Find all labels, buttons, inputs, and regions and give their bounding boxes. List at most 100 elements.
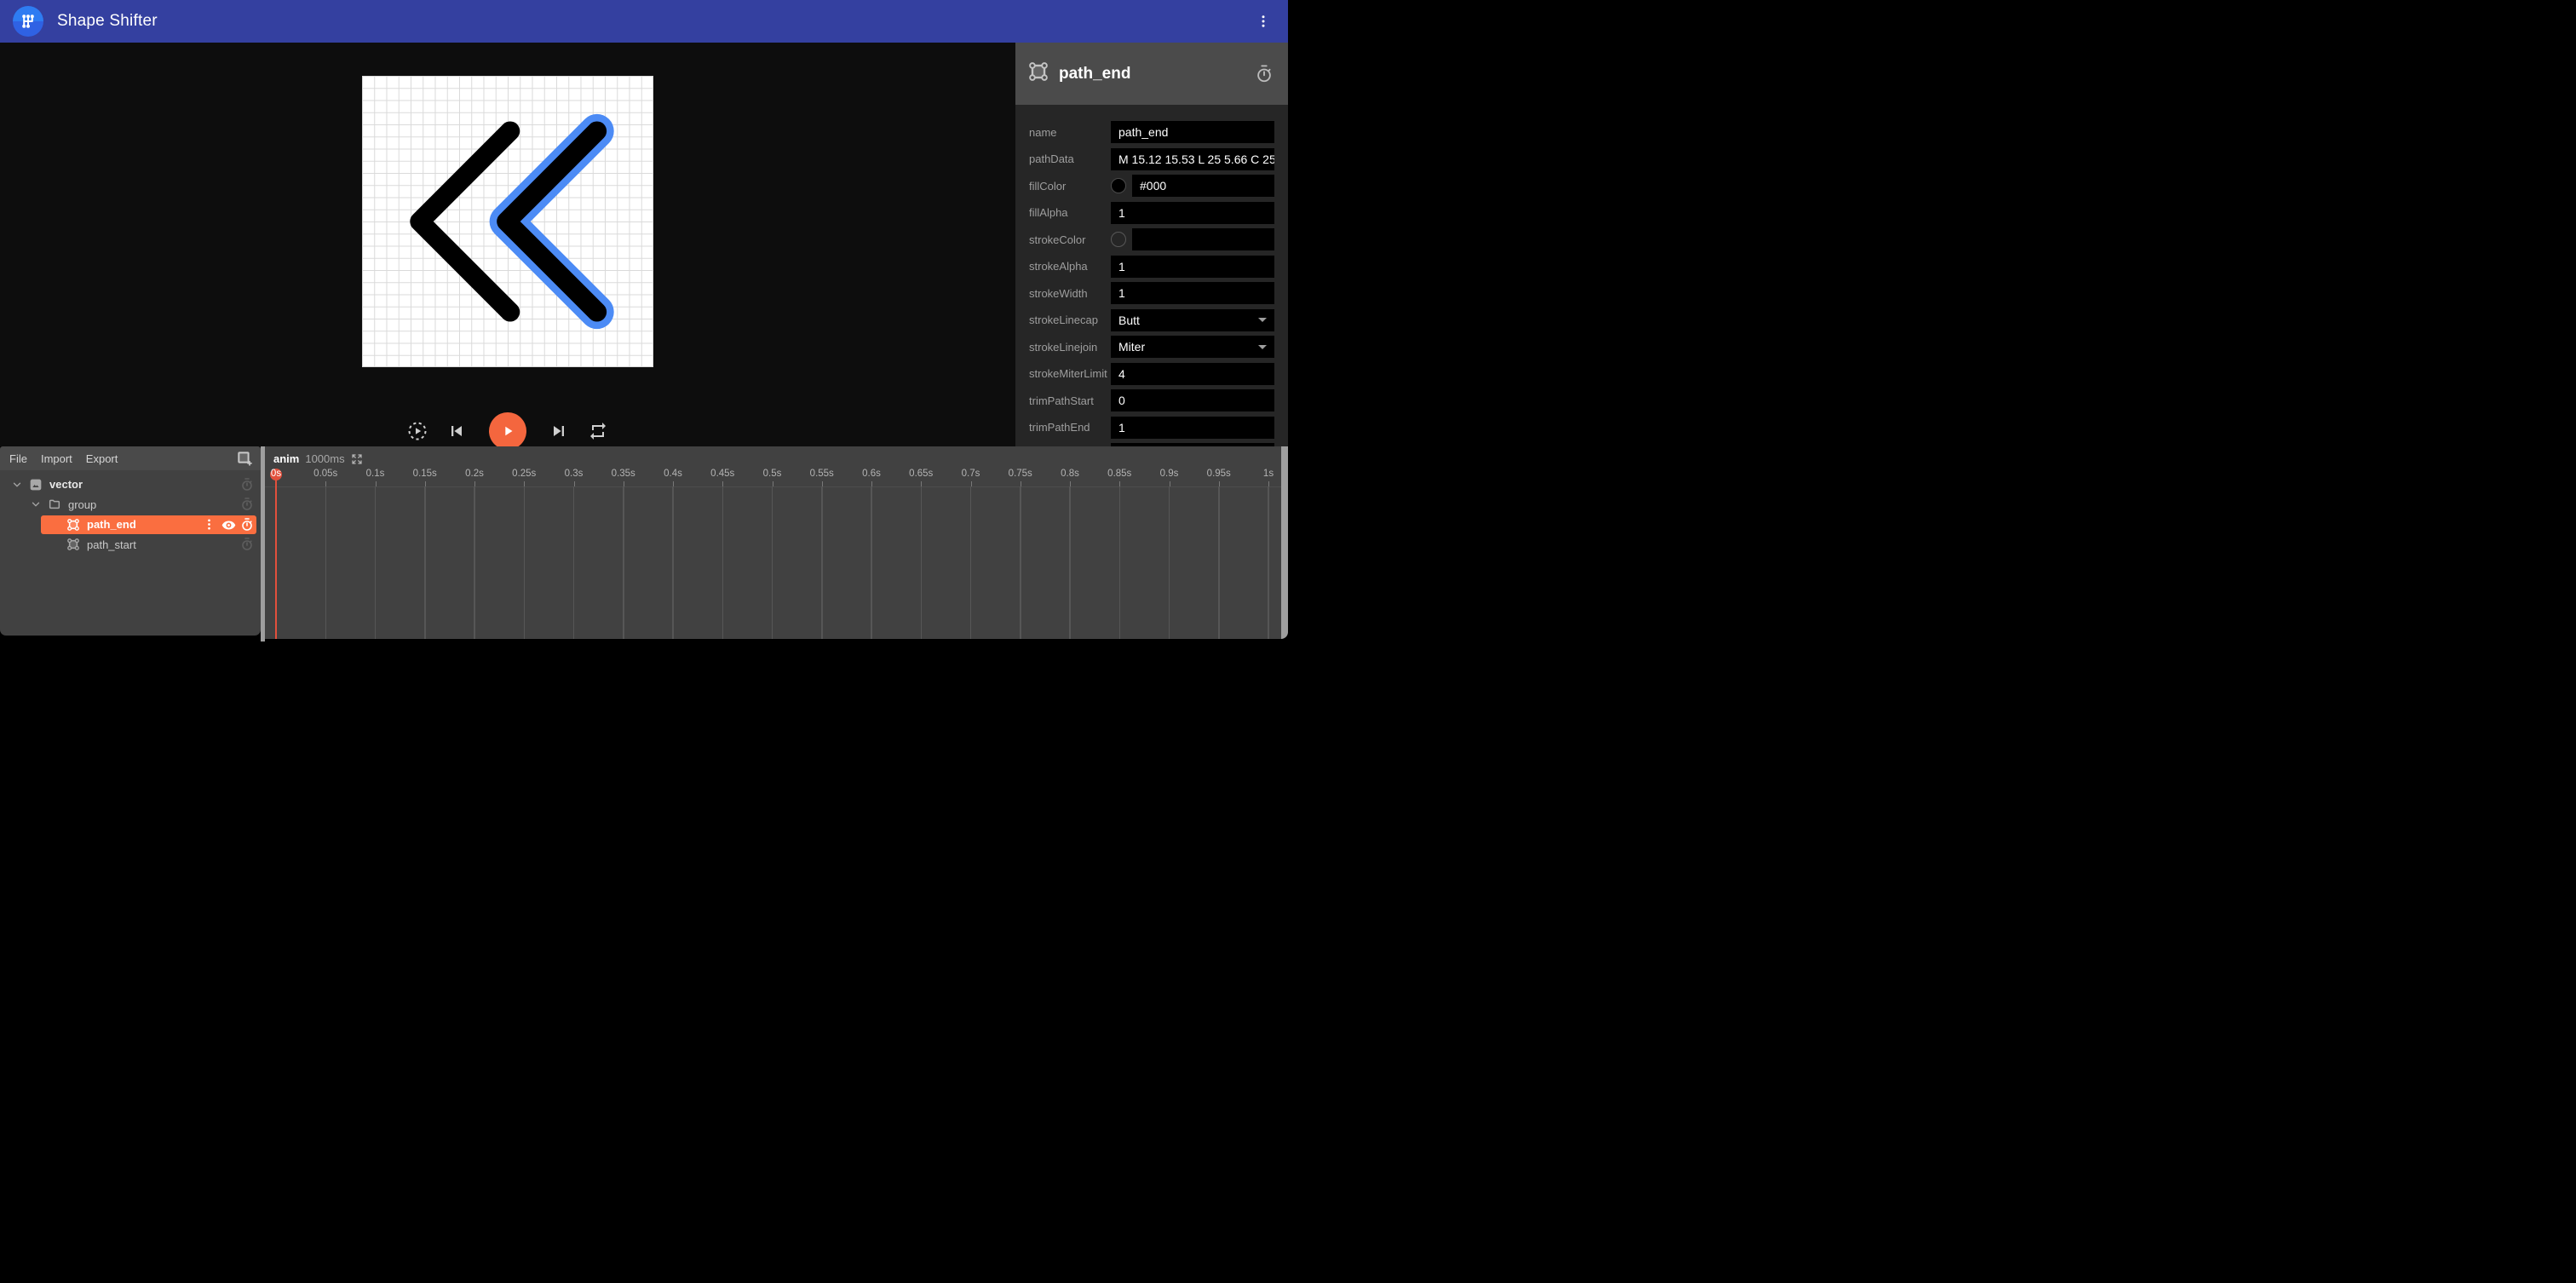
- timeline-gridline: [572, 486, 575, 639]
- timeline-scrollbar[interactable]: [1281, 446, 1288, 639]
- timeline-panel: anim 1000ms 0s 0.05s 0.1s 0.15s 0.2s 0.25s 0.3…: [265, 446, 1288, 639]
- timeline-gridline: [325, 486, 326, 639]
- tick-label-0.9s: 0.9s: [1159, 469, 1179, 479]
- property-value-fillAlpha: 1: [1118, 205, 1125, 220]
- stopwatch-icon[interactable]: [240, 498, 254, 511]
- tick-mark: [524, 481, 526, 486]
- skip-previous-button[interactable]: [446, 421, 466, 441]
- property-input-fillAlpha[interactable]: 1: [1111, 201, 1274, 224]
- property-input-strokeWidth[interactable]: 1: [1111, 282, 1274, 304]
- eye-icon[interactable]: [221, 518, 236, 532]
- layer-name: path_start: [87, 538, 136, 551]
- layer-row-group[interactable]: group: [0, 495, 261, 515]
- tick-mark: [1070, 481, 1071, 486]
- timeline-gridline: [821, 486, 823, 639]
- property-row-strokeColor: strokeColor: [1029, 228, 1274, 250]
- animation-duration[interactable]: 1000ms: [305, 452, 344, 465]
- tick-label-0.55s: 0.55s: [809, 469, 834, 479]
- tick-label-0.2s: 0.2s: [465, 469, 484, 479]
- property-row-pathData: pathData M 15.12 15.53 L 25 5.66 C 25: [1029, 147, 1274, 170]
- tick-label-0.75s: 0.75s: [1008, 469, 1032, 479]
- menu-export[interactable]: Export: [79, 452, 125, 465]
- property-row-strokeAlpha: strokeAlpha 1: [1029, 255, 1274, 278]
- menu-import[interactable]: Import: [34, 452, 79, 465]
- collapse-chevron-icon[interactable]: [12, 479, 24, 491]
- timeline-gridline: [920, 486, 922, 639]
- property-value-fillColor: #000: [1140, 179, 1167, 193]
- timeline-gridline: [969, 486, 972, 639]
- tick-label-0.65s: 0.65s: [909, 469, 934, 479]
- tick-label-0.6s: 0.6s: [862, 469, 881, 479]
- kebab-icon[interactable]: [203, 518, 216, 532]
- tick-mark: [375, 481, 377, 486]
- timeline-gridline: [771, 486, 773, 639]
- layer-row-vector[interactable]: vector: [0, 475, 261, 495]
- property-input-strokeAlpha[interactable]: 1: [1111, 255, 1274, 278]
- fillColor-swatch[interactable]: [1111, 178, 1126, 193]
- strokeColor-swatch[interactable]: [1111, 232, 1126, 247]
- menu-file[interactable]: File: [3, 452, 34, 465]
- property-value-trimPathStart: 0: [1118, 394, 1125, 407]
- property-label-trimPathEnd: trimPathEnd: [1029, 421, 1090, 434]
- property-select-strokeLinejoin[interactable]: Miter: [1111, 336, 1274, 358]
- property-input-trimPathStart[interactable]: 0: [1111, 389, 1274, 411]
- tick-mark: [871, 481, 872, 486]
- property-label-strokeWidth: strokeWidth: [1029, 286, 1088, 300]
- inspector-properties: name path_end pathData M 15.12 15.53 L 25 5…: [1015, 105, 1288, 446]
- layer-tree: vector group path_end path_start: [0, 470, 261, 636]
- layer-name: path_end: [87, 518, 136, 532]
- expand-timeline-icon[interactable]: [351, 453, 363, 465]
- tick-mark: [1218, 481, 1220, 486]
- path-icon: [1027, 60, 1049, 87]
- layer-name: vector: [49, 478, 83, 492]
- collapse-chevron-icon[interactable]: [31, 498, 43, 510]
- timeline-gridline: [523, 486, 525, 639]
- property-input-strokeMiterLimit[interactable]: 4: [1111, 362, 1274, 385]
- property-row-strokeMiterLimit: strokeMiterLimit 4: [1029, 362, 1274, 385]
- slow-motion-button[interactable]: [407, 421, 428, 441]
- bottom-area: File Import Export vector group path_endpath…: [0, 446, 1288, 642]
- property-input-fillColor[interactable]: #000: [1132, 175, 1274, 197]
- stopwatch-icon[interactable]: [1255, 64, 1274, 83]
- property-row-strokeLinejoin: strokeLinejoin Miter: [1029, 336, 1274, 358]
- property-value-pathData: M 15.12 15.53 L 25 5.66 C 25: [1118, 152, 1274, 166]
- property-value-name: path_end: [1118, 125, 1169, 139]
- app-bar: Shape Shifter: [0, 0, 1288, 43]
- timeline-gridline: [722, 486, 723, 639]
- layer-row-path_start[interactable]: path_start: [0, 535, 261, 555]
- property-input-strokeColor[interactable]: [1132, 228, 1274, 250]
- stopwatch-icon[interactable]: [240, 477, 254, 492]
- property-label-name: name: [1029, 125, 1057, 139]
- playback-controls: [0, 411, 1015, 451]
- property-input-name[interactable]: path_end: [1111, 121, 1274, 143]
- property-select-strokeLinecap[interactable]: Butt: [1111, 308, 1274, 331]
- stopwatch-icon[interactable]: [240, 538, 254, 551]
- tick-mark: [970, 481, 972, 486]
- tick-mark: [821, 481, 823, 486]
- path-layer-icon: [66, 538, 80, 551]
- overflow-menu-icon[interactable]: [1252, 10, 1274, 32]
- property-input-trimPathEnd[interactable]: 1: [1111, 416, 1274, 439]
- property-input-pathData[interactable]: M 15.12 15.53 L 25 5.66 C 25: [1111, 147, 1274, 170]
- playhead-line[interactable]: [275, 475, 277, 639]
- property-row-strokeWidth: strokeWidth 1: [1029, 282, 1274, 304]
- property-value-strokeAlpha: 1: [1118, 259, 1125, 273]
- add-layer-icon[interactable]: [236, 450, 253, 467]
- tick-label-0.15s: 0.15s: [412, 469, 437, 479]
- stopwatch-icon[interactable]: [240, 517, 254, 532]
- tick-label-0.3s: 0.3s: [564, 469, 584, 479]
- skip-next-button[interactable]: [549, 421, 570, 441]
- artwork-canvas[interactable]: [362, 76, 653, 367]
- tick-mark: [673, 481, 674, 486]
- timeline-gridline: [1020, 486, 1021, 639]
- layer-row-path_end[interactable]: path_end: [0, 515, 261, 535]
- tick-label-0.05s: 0.05s: [313, 469, 338, 479]
- play-button[interactable]: [489, 412, 526, 450]
- file-menu-bar: File Import Export: [0, 446, 261, 470]
- repeat-button[interactable]: [588, 421, 608, 441]
- property-row-trimPathStart: trimPathStart 0: [1029, 389, 1274, 411]
- timeline-gridline: [1069, 486, 1071, 639]
- layer-list-panel: File Import Export vector group path_endpath…: [0, 446, 261, 636]
- tick-label-0.85s: 0.85s: [1107, 469, 1132, 479]
- animation-name: anim: [273, 452, 300, 465]
